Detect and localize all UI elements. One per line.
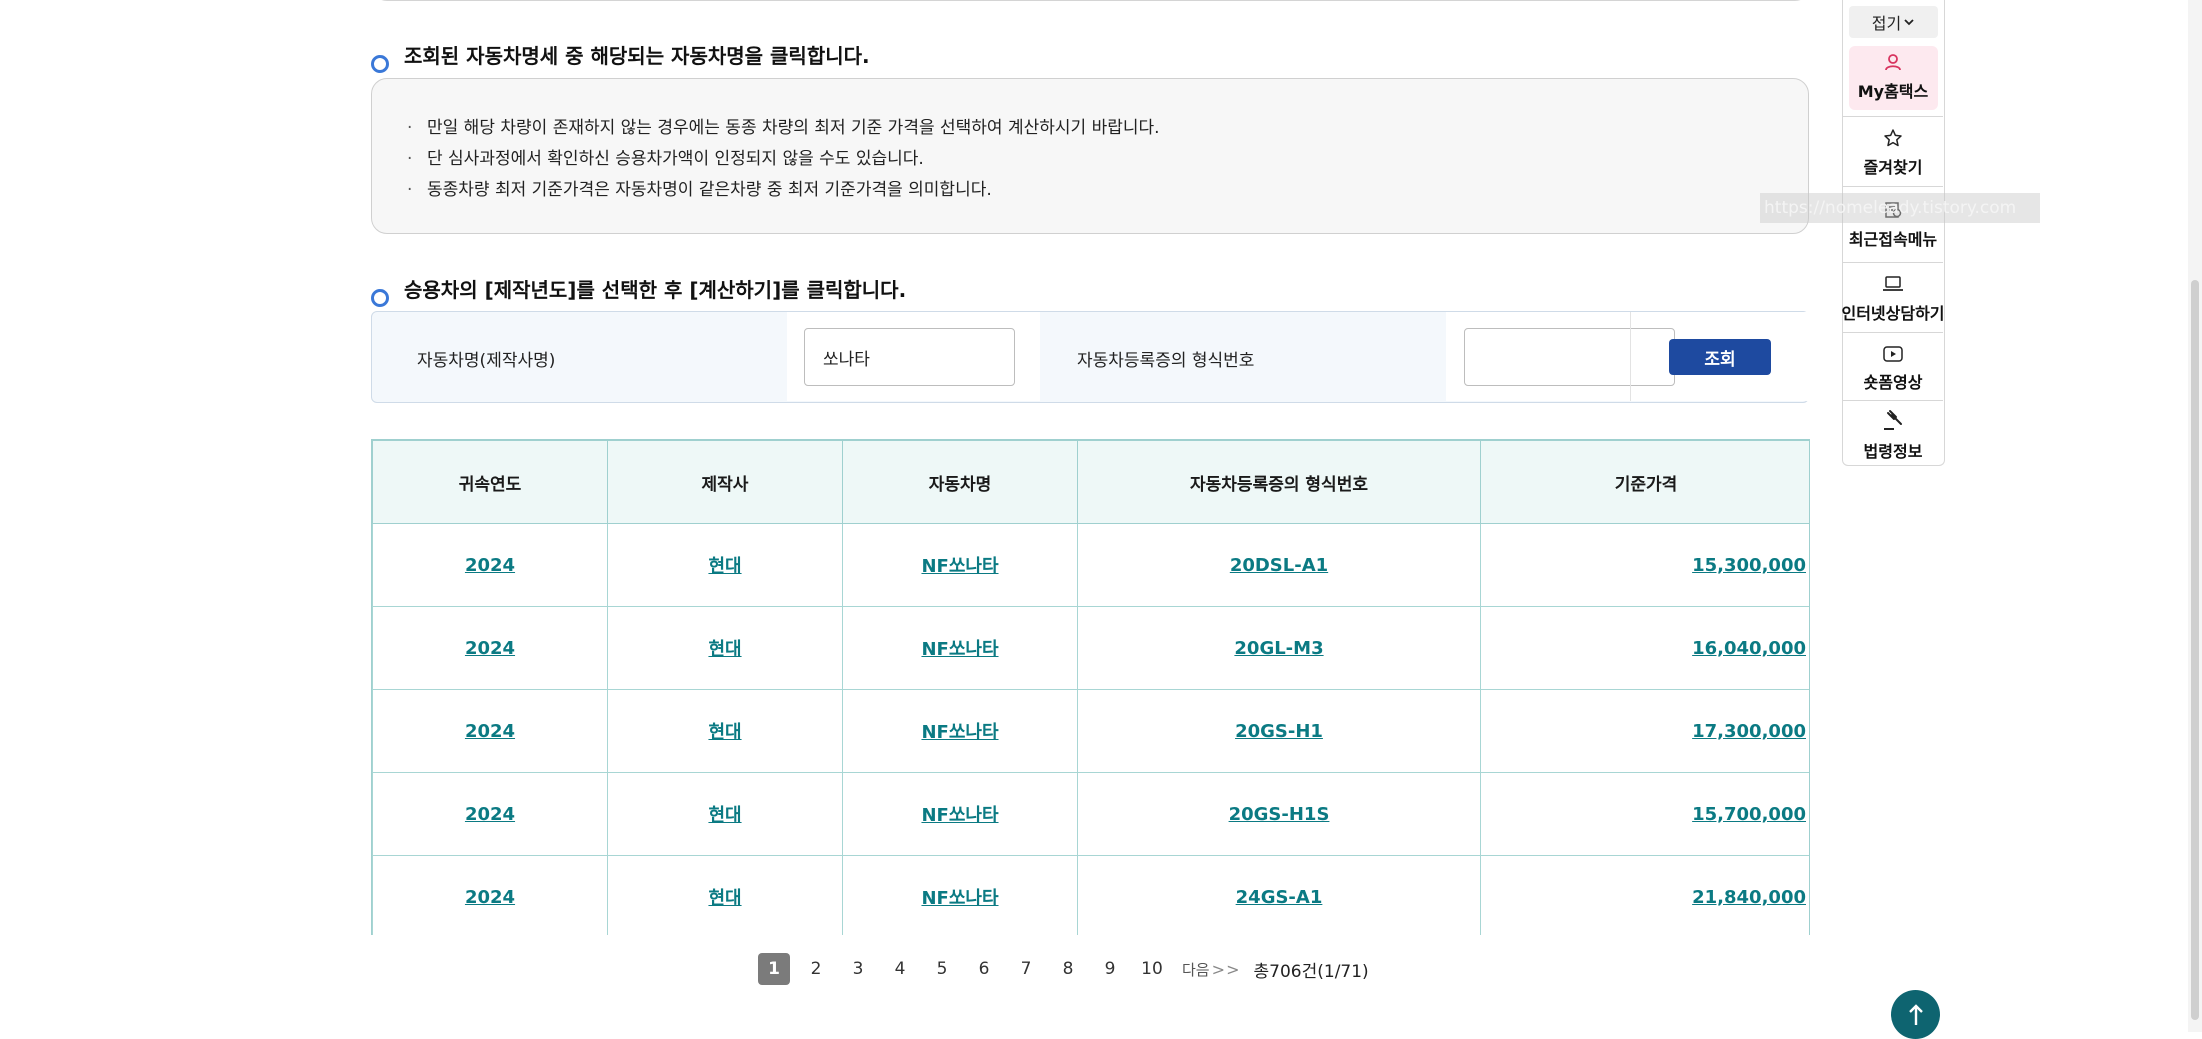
header-car-name: 자동차명 (842, 439, 1078, 524)
table-row: 2024 현대 NF쏘나타 20DSL-A1 15,300,000 (372, 523, 1809, 607)
manufacturer-link[interactable]: 현대 (708, 556, 741, 577)
my-hometax-button[interactable]: My홈택스 (1843, 52, 1943, 102)
previous-section-box (371, 0, 1811, 1)
car-name-link[interactable]: NF쏘나타 (921, 888, 998, 909)
page-5[interactable]: 5 (926, 953, 958, 985)
header-base-price: 기준가격 (1480, 439, 1809, 524)
base-price-link[interactable]: 16,040,000 (1692, 638, 1806, 659)
table-row: 2024 현대 NF쏘나타 20GS-H1S 15,700,000 (372, 772, 1809, 856)
search-button[interactable]: 조회 (1669, 339, 1771, 375)
step-marker-icon (371, 289, 389, 307)
notice-item: · 동종차량 최저 기준가격은 자동차명이 같은차량 중 최저 기준가격을 의미합… (407, 180, 992, 200)
chevron-down-icon (1904, 19, 1914, 26)
notice-box: · 만일 해당 차량이 존재하지 않는 경우에는 동종 차량의 최저 기준 가격을… (371, 78, 1809, 234)
car-name-link[interactable]: NF쏘나타 (921, 805, 998, 826)
base-price-link[interactable]: 15,700,000 (1692, 804, 1806, 825)
registration-number-link[interactable]: 20GS-H1 (1235, 721, 1323, 742)
year-link[interactable]: 2024 (465, 721, 515, 742)
quick-menu-panel: 접기 My홈택스 즐겨찾기 최근접속메뉴 인터넷상담하기 숏폼영상 법령정보 (1841, 0, 1945, 466)
page-10[interactable]: 10 (1136, 953, 1168, 985)
step-marker-icon (371, 55, 389, 73)
fold-button[interactable]: 접기 (1849, 6, 1938, 38)
step2-title: 승용차의 [제작년도]를 선택한 후 [계산하기]를 클릭합니다. (404, 278, 907, 302)
car-name-input[interactable] (804, 328, 1015, 386)
favorites-button[interactable]: 즐겨찾기 (1843, 128, 1943, 178)
manufacturer-link[interactable]: 현대 (708, 805, 741, 826)
table-row: 2024 현대 NF쏘나타 24GS-A1 21,840,000 (372, 855, 1809, 935)
internet-consultation-button[interactable]: 인터넷상담하기 (1841, 274, 1945, 324)
manufacturer-link[interactable]: 현대 (708, 722, 741, 743)
person-icon (1885, 54, 1901, 71)
laptop-icon (1883, 276, 1903, 291)
page-3[interactable]: 3 (842, 953, 874, 985)
star-icon (1884, 129, 1902, 147)
year-link[interactable]: 2024 (465, 555, 515, 576)
shortform-video-button[interactable]: 숏폼영상 (1843, 345, 1943, 393)
manufacturer-link[interactable]: 현대 (708, 639, 741, 660)
page-scrollbar[interactable] (2188, 0, 2202, 1032)
base-price-link[interactable]: 17,300,000 (1692, 721, 1806, 742)
year-link[interactable]: 2024 (465, 638, 515, 659)
registration-number-link[interactable]: 20GL-M3 (1234, 638, 1323, 659)
table-header-row: 귀속연도 제작사 자동차명 자동차등록증의 형식번호 기준가격 (372, 439, 1809, 524)
page-9[interactable]: 9 (1094, 953, 1126, 985)
arrow-up-icon (1908, 1003, 1923, 1025)
year-link[interactable]: 2024 (465, 887, 515, 908)
car-name-label: 자동차명(제작사명) (417, 351, 556, 371)
play-icon (1883, 346, 1903, 362)
notice-item: · 만일 해당 차량이 존재하지 않는 경우에는 동종 차량의 최저 기준 가격을… (407, 118, 1160, 138)
results-table: 귀속연도 제작사 자동차명 자동차등록증의 형식번호 기준가격 2024 현대 … (371, 439, 1810, 935)
base-price-link[interactable]: 15,300,000 (1692, 555, 1806, 576)
car-name-link[interactable]: NF쏘나타 (921, 722, 998, 743)
last-page-button[interactable]: > > (1212, 960, 1240, 979)
page-7[interactable]: 7 (1010, 953, 1042, 985)
pagination: 1 2 3 4 5 6 7 8 9 10 다음 > > 총706건(1/71) (758, 952, 1369, 986)
car-name-link[interactable]: NF쏘나타 (921, 556, 998, 577)
total-count: 총706건(1/71) (1253, 961, 1369, 982)
registration-number-link[interactable]: 24GS-A1 (1236, 887, 1323, 908)
header-registration-number: 자동차등록증의 형식번호 (1077, 439, 1481, 524)
base-price-link[interactable]: 21,840,000 (1692, 887, 1806, 908)
car-name-link[interactable]: NF쏘나타 (921, 639, 998, 660)
page-6[interactable]: 6 (968, 953, 1000, 985)
watermark: https://nomeleady.tistory.com (1760, 193, 2040, 223)
next-page-button[interactable]: 다음 (1182, 959, 1210, 980)
header-manufacturer: 제작사 (607, 439, 843, 524)
registration-number-label: 자동차등록증의 형식번호 (1077, 351, 1255, 371)
step1-title: 조회된 자동차명세 중 해당되는 자동차명을 클릭합니다. (404, 44, 870, 68)
page-4[interactable]: 4 (884, 953, 916, 985)
notice-item: · 단 심사과정에서 확인하신 승용차가액이 인정되지 않을 수도 있습니다. (407, 149, 924, 169)
manufacturer-link[interactable]: 현대 (708, 888, 741, 909)
gavel-icon (1884, 410, 1902, 430)
registration-number-link[interactable]: 20GS-H1S (1229, 804, 1330, 825)
page-8[interactable]: 8 (1052, 953, 1084, 985)
registration-number-link[interactable]: 20DSL-A1 (1230, 555, 1328, 576)
registration-number-input[interactable] (1464, 328, 1675, 386)
table-row: 2024 현대 NF쏘나타 20GL-M3 16,040,000 (372, 606, 1809, 690)
table-row: 2024 현대 NF쏘나타 20GS-H1 17,300,000 (372, 689, 1809, 773)
search-panel: 자동차명(제작사명) 자동차등록증의 형식번호 조회 (371, 311, 1810, 403)
page-1[interactable]: 1 (758, 953, 790, 985)
page-2[interactable]: 2 (800, 953, 832, 985)
law-info-button[interactable]: 법령정보 (1843, 408, 1943, 462)
header-year: 귀속연도 (372, 439, 608, 524)
year-link[interactable]: 2024 (465, 804, 515, 825)
scrollbar-thumb[interactable] (2191, 280, 2199, 1020)
